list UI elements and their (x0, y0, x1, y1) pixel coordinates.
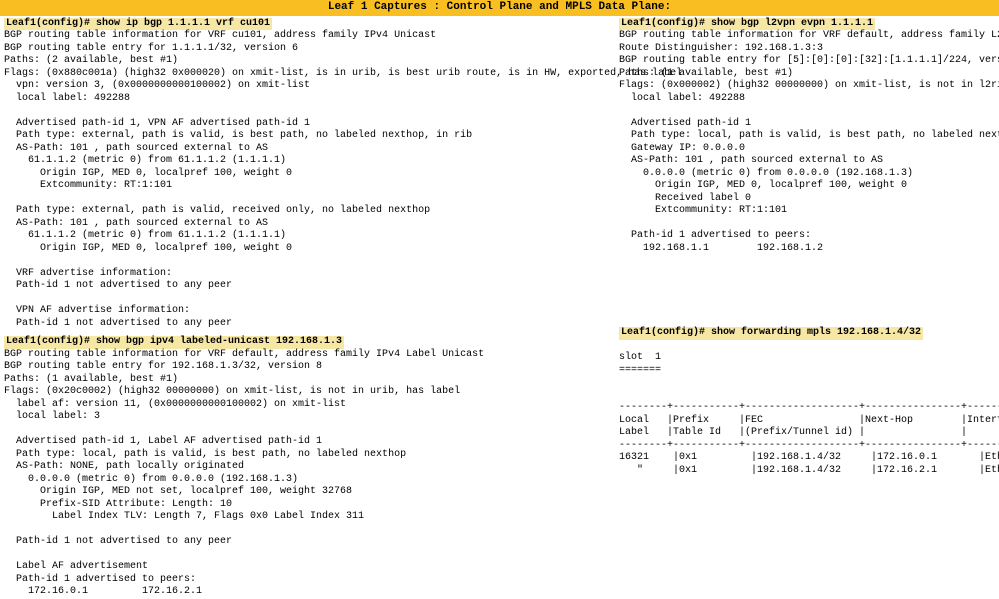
page-title: Leaf 1 Captures : Control Plane and MPLS… (0, 0, 999, 16)
capture-block-2: Leaf1(config)# show bgp ipv4 labeled-uni… (4, 336, 611, 599)
cli-command-1: Leaf1(config)# show ip bgp 1.1.1.1 vrf c… (4, 18, 272, 31)
cli-command-3: Leaf1(config)# show bgp l2vpn evpn 1.1.1… (619, 18, 875, 31)
cli-command-4: Leaf1(config)# show forwarding mpls 192.… (619, 327, 923, 340)
cli-command-2: Leaf1(config)# show bgp ipv4 labeled-uni… (4, 336, 344, 349)
capture-block-3: Leaf1(config)# show bgp l2vpn evpn 1.1.1… (619, 18, 995, 256)
capture-block-4: Leaf1(config)# show forwarding mpls 192.… (619, 327, 995, 477)
cli-output-3: BGP routing table information for VRF de… (619, 30, 995, 255)
left-column: Leaf1(config)# show ip bgp 1.1.1.1 vrf c… (0, 16, 615, 599)
cli-output-4: slot 1 ======= --------+-----------+----… (619, 340, 995, 478)
cli-output-2: BGP routing table information for VRF de… (4, 349, 611, 599)
cli-output-1: BGP routing table information for VRF cu… (4, 30, 611, 330)
right-column: Leaf1(config)# show bgp l2vpn evpn 1.1.1… (615, 16, 999, 599)
page-content: Leaf1(config)# show ip bgp 1.1.1.1 vrf c… (0, 16, 999, 599)
capture-block-1: Leaf1(config)# show ip bgp 1.1.1.1 vrf c… (4, 18, 611, 331)
